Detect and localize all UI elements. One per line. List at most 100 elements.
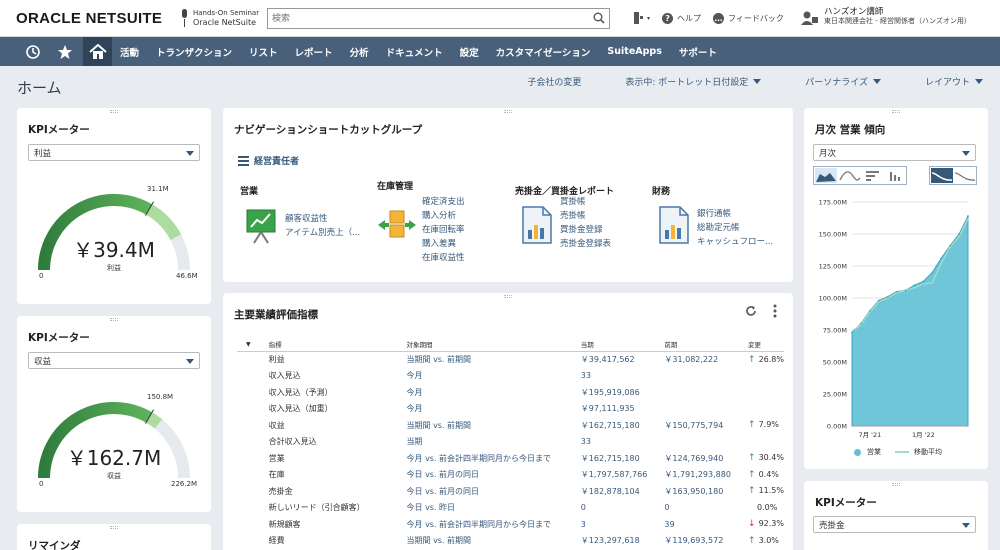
previous-value-cell[interactable]	[662, 401, 746, 418]
trendline-on-icon[interactable]	[931, 168, 953, 183]
drag-handle[interactable]	[892, 483, 900, 486]
shortcut-link[interactable]: 売掛金登録表	[560, 237, 611, 251]
recent-records-menu[interactable]: ▾	[632, 11, 650, 25]
nav-item-analytics[interactable]: 分析	[350, 45, 369, 59]
legend-label-moving-average[interactable]: 移動平均	[914, 447, 942, 457]
table-row[interactable]: 収入見込（加重） 今月 ￥97,111,935	[237, 401, 784, 418]
current-value-cell[interactable]: 33	[579, 368, 663, 385]
column-header-change[interactable]: 変更	[746, 337, 784, 352]
current-value-cell[interactable]: 3	[579, 516, 663, 533]
previous-value-cell[interactable]	[662, 368, 746, 385]
table-row[interactable]: 売掛金 今日 vs. 前月の同日￥182,878,104￥163,950,1801…	[237, 483, 784, 500]
drag-handle[interactable]	[504, 110, 512, 113]
current-value-cell[interactable]: ￥182,878,104	[579, 483, 663, 500]
refresh-icon[interactable]	[745, 305, 757, 317]
shortcut-link[interactable]: 在庫収益性	[422, 251, 465, 265]
table-row[interactable]: 収益 当期間 vs. 前期間￥162,715,180￥150,775,7947.9…	[237, 417, 784, 434]
drag-handle[interactable]	[110, 110, 118, 113]
current-value-cell[interactable]: ￥1,797,587,766	[579, 467, 663, 484]
kpi-select[interactable]: 売掛金	[813, 516, 976, 533]
current-value-cell[interactable]: ￥162,715,180	[579, 417, 663, 434]
nav-item-reports[interactable]: レポート	[295, 45, 333, 59]
nav-item-documents[interactable]: ドキュメント	[386, 45, 443, 59]
previous-value-cell[interactable]: ￥150,775,794	[662, 417, 746, 434]
trend-period-select[interactable]: 月次	[813, 144, 976, 161]
global-search[interactable]	[267, 8, 610, 29]
column-header-metric[interactable]: 指標	[266, 337, 405, 352]
previous-value-cell[interactable]: 0	[662, 500, 746, 517]
shortcut-link[interactable]: 売掛帳	[560, 209, 611, 223]
nav-item-suiteapps[interactable]: SuiteApps	[607, 46, 661, 57]
period-cell[interactable]: 今月 vs. 前会計四半期同月から今日まで	[405, 516, 579, 533]
drag-handle[interactable]	[110, 526, 118, 529]
layout-dropdown[interactable]: レイアウト	[903, 75, 983, 88]
previous-value-cell[interactable]: ￥1,791,293,880	[662, 467, 746, 484]
column-header-period[interactable]: 対象期間	[404, 337, 579, 352]
table-row[interactable]: 収入見込（予測） 今月 ￥195,919,086	[237, 384, 784, 401]
shortcut-link[interactable]: 買掛帳	[560, 195, 611, 209]
period-cell[interactable]: 今日 vs. 前月の同日	[405, 483, 579, 500]
current-value-cell[interactable]: ￥123,297,618	[579, 533, 663, 550]
previous-value-cell[interactable]: ￥124,769,940	[662, 450, 746, 467]
nav-item-setup[interactable]: 設定	[460, 45, 479, 59]
previous-value-cell[interactable]: ￥119,693,572	[662, 533, 746, 550]
current-value-cell[interactable]: ￥162,715,180	[579, 450, 663, 467]
shortcut-link[interactable]: 銀行通帳	[697, 207, 773, 221]
table-row[interactable]: 新規顧客 今月 vs. 前会計四半期同月から今日まで33992.3%	[237, 516, 784, 533]
user-menu[interactable]: ハンズオン講師 東日本関連会社 - 経営関係者（ハンズオン用）	[800, 7, 971, 28]
period-cell[interactable]: 今月	[405, 401, 579, 418]
search-input[interactable]	[268, 9, 578, 28]
feedback-link[interactable]: … フィードバック	[713, 12, 784, 24]
period-cell[interactable]: 当期	[405, 434, 579, 451]
shortcut-link[interactable]: 買掛金登録	[560, 223, 611, 237]
recent-history-button[interactable]	[20, 37, 46, 66]
previous-value-cell[interactable]: ￥31,082,222	[662, 351, 746, 368]
role-header[interactable]: 経営責任者	[238, 154, 299, 167]
previous-value-cell[interactable]: 39	[662, 516, 746, 533]
previous-value-cell[interactable]: ￥163,950,180	[662, 483, 746, 500]
table-row[interactable]: 利益 当期間 vs. 前期間￥39,417,562￥31,082,22226.8%	[237, 351, 784, 368]
drag-handle[interactable]	[110, 318, 118, 321]
shortcut-link[interactable]: 購入差異	[422, 237, 465, 251]
table-row[interactable]: 収入見込 今月 33	[237, 368, 784, 385]
trendline-off-icon[interactable]	[954, 168, 976, 183]
current-value-cell[interactable]: ￥97,111,935	[579, 401, 663, 418]
period-cell[interactable]: 当期間 vs. 前期間	[405, 351, 579, 368]
home-button[interactable]	[83, 37, 112, 66]
change-subsidiary-link[interactable]: 子会社の変更	[505, 75, 581, 88]
shortcut-link[interactable]: 確定済支出	[422, 195, 465, 209]
period-cell[interactable]: 今月	[405, 384, 579, 401]
table-row[interactable]: 在庫 今日 vs. 前月の同日 ￥1,797,587,766 ￥1,791,293,8…	[237, 467, 784, 484]
help-link[interactable]: ? ヘルプ	[662, 12, 701, 24]
column-chart-icon[interactable]	[885, 168, 907, 183]
shortcut-link[interactable]: 顧客収益性	[285, 212, 360, 226]
personalize-dropdown[interactable]: パーソナライズ	[783, 75, 881, 88]
column-header-current[interactable]: 当期	[578, 337, 663, 352]
portlet-date-settings-dropdown[interactable]: 表示中: ポートレット日付設定	[603, 75, 762, 88]
period-cell[interactable]: 当期間 vs. 前期間	[405, 417, 579, 434]
current-value-cell[interactable]: 33	[579, 434, 663, 451]
shortcut-link[interactable]: キャッシュフロー...	[697, 235, 773, 249]
nav-item-activities[interactable]: 活動	[120, 45, 139, 59]
nav-item-transactions[interactable]: トランザクション	[156, 45, 232, 59]
shortcut-link[interactable]: 総勘定元帳	[697, 221, 773, 235]
period-cell[interactable]: 今日 vs. 前月の同日	[405, 467, 579, 484]
nav-item-support[interactable]: サポート	[679, 45, 717, 59]
nav-item-lists[interactable]: リスト	[249, 45, 278, 59]
shortcut-link[interactable]: アイテム別売上（...	[285, 226, 360, 240]
expand-all-toggle[interactable]: ▼	[237, 337, 267, 352]
kpi-select[interactable]: 利益	[28, 144, 200, 161]
period-cell[interactable]: 今月 vs. 前会計四半期同月から今日まで	[405, 450, 579, 467]
period-cell[interactable]: 当期間 vs. 前期間	[405, 533, 579, 550]
line-chart-icon[interactable]	[839, 168, 861, 183]
oracle-netsuite-logo[interactable]: ORACLE NETSUITE	[16, 10, 162, 27]
shortcut-link[interactable]: 購入分析	[422, 209, 465, 223]
previous-value-cell[interactable]	[662, 384, 746, 401]
period-cell[interactable]: 今月	[405, 368, 579, 385]
period-cell[interactable]: 今日 vs. 昨日	[405, 500, 579, 517]
column-header-previous[interactable]: 前期	[662, 337, 747, 352]
kpi-select[interactable]: 収益	[28, 352, 200, 369]
drag-handle[interactable]	[892, 110, 900, 113]
current-value-cell[interactable]: ￥195,919,086	[579, 384, 663, 401]
bar-chart-horizontal-icon[interactable]	[862, 168, 884, 183]
